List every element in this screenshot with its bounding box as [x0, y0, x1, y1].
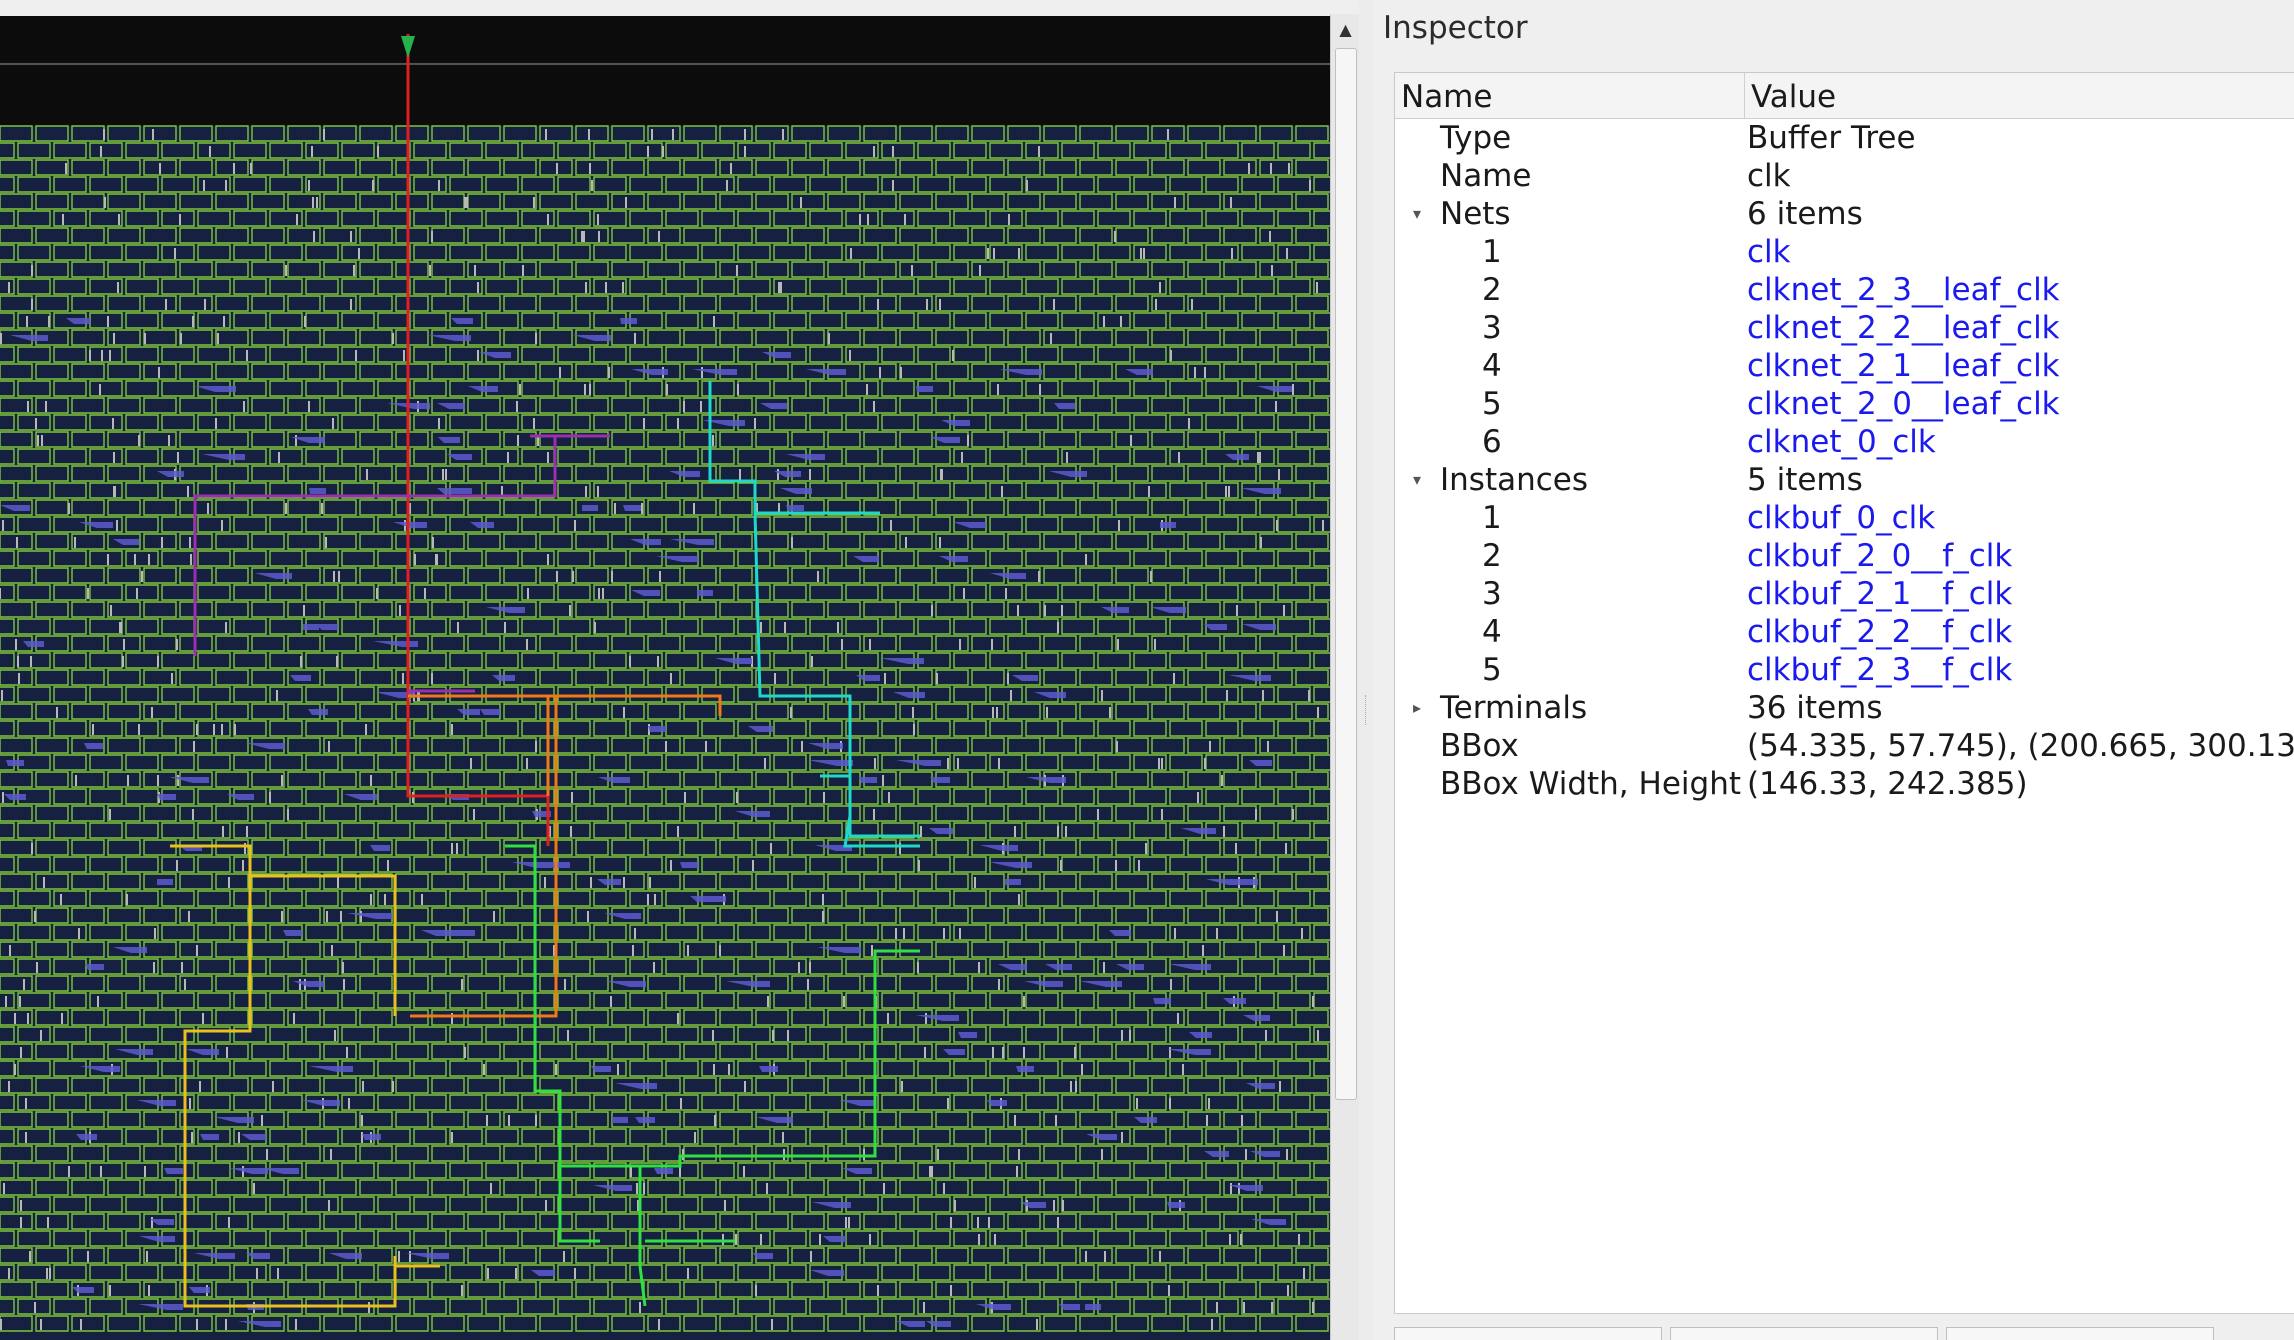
tree-row[interactable]: 5 clknet_2_0__leaf_clk [1395, 385, 2294, 423]
expand-arrow-down-icon[interactable]: ▾ [1405, 195, 1429, 233]
tree-row-link[interactable]: clknet_2_3__leaf_clk [1747, 271, 2060, 309]
tree-row-link[interactable]: clk [1747, 233, 1791, 271]
scroll-up-icon[interactable]: ▲ [1331, 14, 1360, 44]
placement-rows [0, 63, 1330, 1340]
tree-row-name: 4 [1482, 348, 1502, 384]
column-header-value[interactable]: Value [1745, 73, 2294, 118]
tree-row-value: (54.335, 57.745), (200.665, 300.13) [1747, 728, 2294, 764]
clock-pin-marker [401, 36, 415, 58]
expand-arrow-down-icon[interactable]: ▾ [1405, 461, 1429, 499]
tree-row-name: 2 [1482, 272, 1502, 308]
tree-row-link[interactable]: clknet_2_0__leaf_clk [1747, 385, 2060, 423]
tree-header: Name Value [1395, 73, 2294, 119]
tree-row-name: 2 [1482, 538, 1502, 574]
tree-row[interactable]: BBox (54.335, 57.745), (200.665, 300.13) [1395, 727, 2294, 765]
bottom-tab-2[interactable] [1670, 1327, 1938, 1340]
tree-row[interactable]: 5 clkbuf_2_3__f_clk [1395, 651, 2294, 689]
tree-row-link[interactable]: clkbuf_0_clk [1747, 499, 1935, 537]
tree-row-name: Type [1440, 120, 1512, 156]
bottom-tab-bar [1394, 1327, 2294, 1340]
column-header-name[interactable]: Name [1395, 73, 1745, 118]
tree-row-name: Terminals [1440, 690, 1588, 726]
bottom-tab-1[interactable] [1394, 1327, 1662, 1340]
tree-row-value: clk [1747, 158, 1791, 194]
tree-row-value: 36 items [1747, 690, 1883, 726]
layout-vertical-scrollbar[interactable]: ▲ [1330, 14, 1360, 1340]
tree-row-value: Buffer Tree [1747, 120, 1916, 156]
tree-row[interactable]: ▾ Instances 5 items [1395, 461, 2294, 499]
tree-row-name: BBox [1440, 728, 1519, 764]
panel-splitter[interactable] [1359, 0, 1373, 1340]
tree-row-name: Instances [1440, 462, 1589, 498]
tree-row[interactable]: 3 clkbuf_2_1__f_clk [1395, 575, 2294, 613]
tree-row-name: 3 [1482, 576, 1502, 612]
inspector-panel: Inspector Name Value Type Buffer Tree Name… [1373, 0, 2294, 1340]
tree-row[interactable]: BBox Width, Height (146.33, 242.385) [1395, 765, 2294, 803]
tree-row[interactable]: 2 clkbuf_2_0__f_clk [1395, 537, 2294, 575]
tree-row[interactable]: 4 clknet_2_1__leaf_clk [1395, 347, 2294, 385]
bottom-tab-3[interactable] [1946, 1327, 2214, 1340]
tree-row-link[interactable]: clkbuf_2_0__f_clk [1747, 537, 2012, 575]
tree-row[interactable]: 6 clknet_0_clk [1395, 423, 2294, 461]
tree-row[interactable]: Type Buffer Tree [1395, 119, 2294, 157]
tree-row-name: Name [1440, 158, 1532, 194]
pin-marker-icon [401, 36, 415, 58]
tree-row-name: 4 [1482, 614, 1502, 650]
tree-row-name: 5 [1482, 652, 1502, 688]
tree-row[interactable]: 4 clkbuf_2_2__f_clk [1395, 613, 2294, 651]
tree-row-name: BBox Width, Height [1440, 766, 1741, 802]
layout-viewer[interactable] [0, 16, 1330, 1340]
tree-row[interactable]: 1 clkbuf_0_clk [1395, 499, 2294, 537]
tree-row-link[interactable]: clknet_0_clk [1747, 423, 1936, 461]
tree-row-name: 1 [1482, 234, 1502, 270]
tree-row[interactable]: ▸ Terminals 36 items [1395, 689, 2294, 727]
tree-row-link[interactable]: clknet_2_2__leaf_clk [1747, 309, 2060, 347]
tree-row-link[interactable]: clkbuf_2_3__f_clk [1747, 651, 2012, 689]
tree-row-value: 5 items [1747, 462, 1863, 498]
tree-row-value: (146.33, 242.385) [1747, 766, 2028, 802]
inspector-tree[interactable]: Name Value Type Buffer Tree Name clk ▾ Nets 6 … [1394, 72, 2294, 1314]
splitter-grip-icon [1365, 695, 1368, 725]
tree-row[interactable]: 2 clknet_2_3__leaf_clk [1395, 271, 2294, 309]
expand-arrow-right-icon[interactable]: ▸ [1405, 689, 1429, 727]
tree-row[interactable]: ▾ Nets 6 items [1395, 195, 2294, 233]
tree-row-name: 5 [1482, 386, 1502, 422]
tree-row-link[interactable]: clkbuf_2_2__f_clk [1747, 613, 2012, 651]
tree-row-value: 6 items [1747, 196, 1863, 232]
tree-row-link[interactable]: clknet_2_1__leaf_clk [1747, 347, 2060, 385]
inspector-title: Inspector [1383, 10, 1528, 46]
scrollbar-thumb[interactable] [1335, 48, 1357, 1100]
tree-rows: Type Buffer Tree Name clk ▾ Nets 6 items 1 clk 2 c… [1395, 119, 2294, 803]
layout-canvas[interactable] [0, 16, 1330, 1340]
tree-row-link[interactable]: clkbuf_2_1__f_clk [1747, 575, 2012, 613]
tree-row-name: 6 [1482, 424, 1502, 460]
tree-row[interactable]: 1 clk [1395, 233, 2294, 271]
tree-row-name: 1 [1482, 500, 1502, 536]
tree-row[interactable]: Name clk [1395, 157, 2294, 195]
tree-row-name: 3 [1482, 310, 1502, 346]
tree-row[interactable]: 3 clknet_2_2__leaf_clk [1395, 309, 2294, 347]
tree-row-name: Nets [1440, 196, 1511, 232]
